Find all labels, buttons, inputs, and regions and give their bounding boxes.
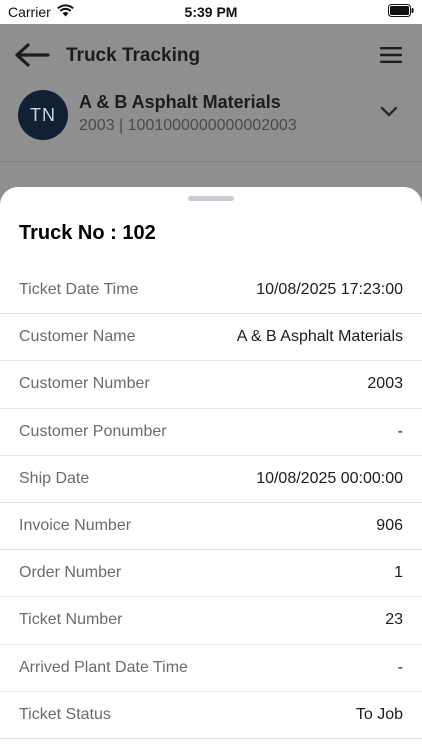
sheet-grabber[interactable] [188, 196, 234, 201]
detail-row-ticket-date-time: Ticket Date Time 10/08/2025 17:23:00 [0, 267, 422, 315]
detail-label: Ship Date [19, 469, 90, 487]
detail-value: - [397, 422, 403, 440]
account-number: 2003 | 1001000000000002003 [79, 117, 297, 134]
detail-row-order-number: Order Number 1 [0, 550, 422, 598]
truck-details-sheet: Truck No : 102 Ticket Date Time 10/08/20… [0, 187, 422, 750]
detail-label: Ticket Date Time [19, 281, 139, 299]
hamburger-menu-icon[interactable] [380, 46, 402, 64]
detail-value: A & B Asphalt Materials [236, 328, 403, 346]
detail-value: 10/08/2025 17:23:00 [256, 281, 403, 299]
page-title: Truck Tracking [66, 45, 201, 66]
detail-label: Ticket Number [19, 611, 123, 629]
detail-value: 906 [376, 517, 403, 535]
detail-label: Customer Number [19, 375, 150, 393]
battery-icon [388, 4, 414, 17]
detail-row-customer-number: Customer Number 2003 [0, 361, 422, 409]
detail-row-customer-name: Customer Name A & B Asphalt Materials [0, 314, 422, 362]
detail-label: Arrived Plant Date Time [19, 658, 188, 676]
detail-row-arrived-plant-date-time: Arrived Plant Date Time - [0, 645, 422, 692]
truck-number-title: Truck No : 102 [19, 222, 156, 244]
clock: 5:39 PM [184, 4, 238, 20]
detail-value: 23 [385, 611, 403, 629]
detail-value: 10/08/2025 00:00:00 [256, 469, 403, 487]
detail-label: Ticket Status [19, 705, 111, 723]
status-bar: Carrier 5:39 PM [0, 0, 422, 24]
detail-label: Customer Ponumber [19, 422, 167, 440]
avatar: TN [18, 90, 68, 140]
detail-value: 2003 [367, 375, 403, 393]
detail-label: Customer Name [19, 328, 136, 346]
detail-label: Order Number [19, 564, 122, 582]
account-selector[interactable]: TN A & B Asphalt Materials 2003 | 100100… [0, 88, 422, 162]
details-list: Ticket Date Time 10/08/2025 17:23:00 Cus… [0, 267, 422, 739]
detail-value: - [397, 658, 403, 676]
detail-row-invoice-number: Invoice Number 906 [0, 503, 422, 551]
detail-value: 1 [394, 564, 403, 582]
app-header: Truck Tracking [0, 24, 422, 88]
detail-row-customer-ponumber: Customer Ponumber - [0, 409, 422, 456]
detail-row-ticket-status: Ticket Status To Job [0, 692, 422, 739]
detail-row-ship-date: Ship Date 10/08/2025 00:00:00 [0, 456, 422, 503]
arrow-left-icon[interactable] [14, 42, 50, 68]
detail-label: Invoice Number [19, 517, 132, 535]
chevron-down-icon[interactable] [380, 106, 398, 118]
detail-value: To Job [355, 705, 403, 723]
detail-row-ticket-number: Ticket Number 23 [0, 597, 422, 645]
account-name: A & B Asphalt Materials [79, 92, 281, 112]
